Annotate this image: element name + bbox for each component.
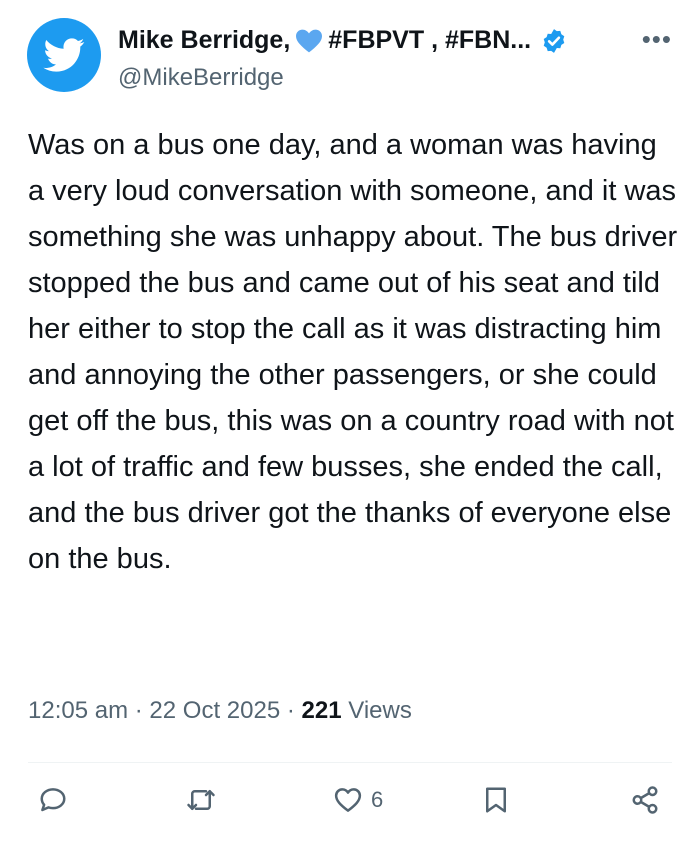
divider bbox=[28, 762, 672, 763]
bookmark-icon bbox=[486, 787, 506, 813]
meta-separator: · bbox=[134, 697, 143, 724]
author-name[interactable]: Mike Berridge, bbox=[118, 26, 290, 55]
heart-icon bbox=[334, 788, 362, 812]
bookmark-button[interactable] bbox=[481, 785, 511, 815]
avatar[interactable] bbox=[27, 18, 101, 92]
reply-icon bbox=[40, 788, 66, 812]
like-count: 6 bbox=[371, 787, 384, 812]
share-icon bbox=[632, 786, 658, 814]
share-button[interactable] bbox=[630, 785, 660, 815]
tweet-text: Was on a bus one day, and a woman was ha… bbox=[28, 129, 678, 575]
tweet-time[interactable]: 12:05 am bbox=[28, 697, 128, 724]
meta-separator: · bbox=[286, 697, 295, 724]
views-label: Views bbox=[348, 697, 412, 724]
twitter-bird-icon bbox=[43, 38, 85, 72]
blue-heart-icon bbox=[296, 29, 323, 52]
reply-button[interactable] bbox=[38, 785, 68, 815]
action-bar: 6 bbox=[0, 785, 700, 835]
verified-badge-icon bbox=[543, 28, 565, 53]
tweet-date[interactable]: 22 Oct 2025 bbox=[149, 697, 280, 724]
more-icon[interactable]: ••• bbox=[642, 26, 672, 52]
retweet-icon bbox=[187, 790, 215, 810]
retweet-button[interactable] bbox=[186, 785, 216, 815]
tweet-meta: 12:05 am · 22 Oct 2025 · 221 Views bbox=[28, 697, 412, 725]
like-button[interactable]: 6 bbox=[333, 785, 383, 815]
views-count: 221 bbox=[301, 697, 342, 724]
author-handle[interactable]: @MikeBerridge bbox=[118, 64, 284, 92]
author-name-row[interactable]: Mike Berridge, #FBPVT , #FBN... bbox=[118, 26, 567, 55]
author-tags: #FBPVT , #FBN... bbox=[328, 26, 532, 54]
